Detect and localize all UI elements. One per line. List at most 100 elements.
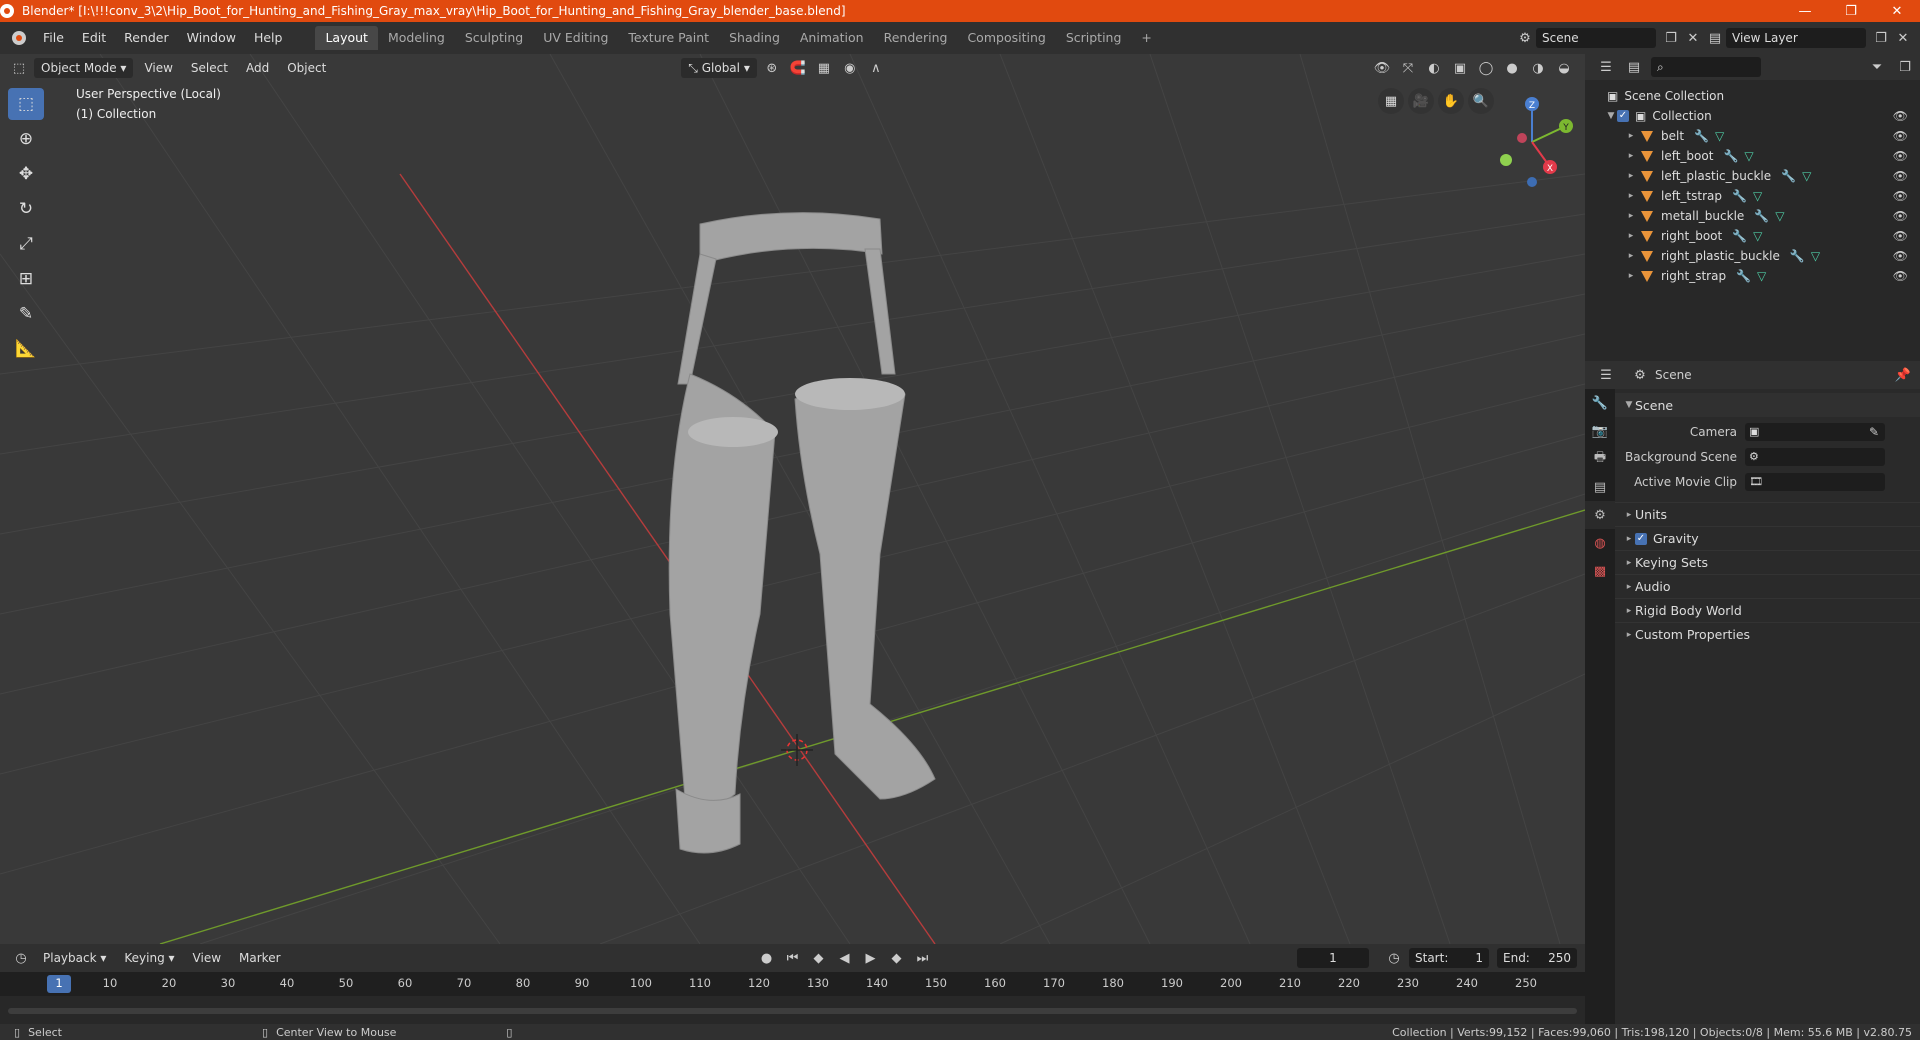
delete-view-layer-icon[interactable]: ✕ [1892,28,1914,48]
pan-hand-icon[interactable]: ✋ [1438,88,1464,114]
menu-window[interactable]: Window [178,27,245,49]
prev-keyframe-icon[interactable]: ◆ [808,948,830,968]
outliner-item-metall-buckle[interactable]: ▸ metall_buckle 🔧 ▽ 👁 [1585,206,1920,226]
close-button[interactable]: ✕ [1874,0,1920,22]
jump-end-icon[interactable]: ⏭ [912,948,934,968]
expand-icon[interactable]: ▸ [1625,251,1637,261]
expand-icon[interactable]: ▼ [1605,111,1617,121]
view-layer-tab-icon[interactable]: ▤ [1585,473,1615,501]
tab-modeling[interactable]: Modeling [378,26,455,50]
outliner-item-left-boot[interactable]: ▸ left_boot 🔧 ▽ 👁 [1585,146,1920,166]
menu-edit[interactable]: Edit [73,27,115,49]
camera-field[interactable]: ▣ [1745,422,1885,441]
tab-scripting[interactable]: Scripting [1056,26,1132,50]
expand-icon[interactable]: ▸ [1625,231,1637,241]
new-collection-icon[interactable]: ❐ [1894,57,1916,77]
units-panel[interactable]: ▸ Units [1615,502,1920,526]
custom-properties-panel[interactable]: ▸ Custom Properties [1615,622,1920,646]
render-tab-icon[interactable]: 📷 [1585,417,1615,445]
gizmo-neg-y[interactable] [1500,154,1512,166]
scene-tab-icon[interactable]: ⚙ [1585,501,1615,529]
new-scene-icon[interactable]: ❐ [1660,28,1682,48]
proportional-edit-icon[interactable]: ◉ [839,58,861,78]
movie-clip-field[interactable]: 🎞 [1745,472,1885,491]
navigation-gizmo[interactable]: Z Y X [1480,82,1580,192]
timeline-menu-keying[interactable]: Keying ▾ [117,948,181,968]
timeline-editor-icon[interactable]: ◷ [10,948,32,968]
tab-compositing[interactable]: Compositing [957,26,1055,50]
transform-orientation-dropdown[interactable]: ⤡ Global ▾ [681,58,757,78]
editor-type-icon[interactable]: ⬚ [8,58,30,78]
gizmo-neg-x[interactable] [1517,133,1527,143]
collection-checkbox[interactable]: ✓ [1617,110,1629,122]
gravity-panel[interactable]: ▸ ✓ Gravity [1615,526,1920,550]
timeline-menu-playback[interactable]: Playback ▾ [36,948,113,968]
outliner-collection[interactable]: ▼ ✓ ▣ Collection 👁 [1585,106,1920,126]
minimize-button[interactable]: — [1782,0,1828,22]
tab-texture-paint[interactable]: Texture Paint [618,26,719,50]
outliner-item-right-strap[interactable]: ▸ right_strap 🔧 ▽ 👁 [1585,266,1920,286]
expand-icon[interactable]: ▸ [1625,151,1637,161]
expand-icon[interactable]: ▸ [1625,171,1637,181]
eyedropper-icon[interactable]: ✎ [1869,425,1879,439]
gizmo-neg-z[interactable] [1527,177,1537,187]
eye-icon[interactable]: 👁 [1893,109,1908,123]
eye-icon[interactable]: 👁 [1893,209,1908,223]
transform-tool[interactable]: ⊞ [8,263,44,295]
3d-viewport[interactable]: ⬚ Object Mode ▾ View Select Add Object ⤡… [0,54,1585,944]
texture-tab-icon[interactable]: ▩ [1585,557,1615,585]
visibility-icon[interactable]: 👁 [1371,58,1393,78]
display-mode-icon[interactable]: ▤ [1623,57,1645,77]
tab-animation[interactable]: Animation [790,26,874,50]
snap-target-icon[interactable]: ▦ [813,58,835,78]
ortho-toggle-icon[interactable]: ▦ [1378,88,1404,114]
rotate-tool[interactable]: ↻ [8,193,44,225]
add-workspace-button[interactable]: + [1131,26,1161,50]
view-layer-selector[interactable]: View Layer [1726,28,1866,48]
material-shading-icon[interactable]: ◑ [1527,58,1549,78]
maximize-button[interactable]: ❐ [1828,0,1874,22]
pin-icon[interactable]: 📌 [1892,365,1914,385]
expand-icon[interactable]: ▸ [1625,131,1637,141]
expand-icon[interactable]: ▸ [1625,191,1637,201]
cursor-tool[interactable]: ⊕ [8,123,44,155]
outliner-editor-icon[interactable]: ☰ [1595,57,1617,77]
rendered-shading-icon[interactable]: ◒ [1553,58,1575,78]
measure-tool[interactable]: 📐 [8,333,44,365]
gravity-checkbox[interactable]: ✓ [1635,532,1647,545]
timeline-ruler[interactable]: 1 10 20 30 40 50 60 70 80 90 100 110 120… [0,972,1585,996]
eye-icon[interactable]: 👁 [1893,189,1908,203]
outliner-item-belt[interactable]: ▸ belt 🔧 ▽ 👁 [1585,126,1920,146]
xray-icon[interactable]: ▣ [1449,58,1471,78]
expand-icon[interactable]: ▸ [1625,211,1637,221]
overlays-icon[interactable]: ◐ [1423,58,1445,78]
object-mode-dropdown[interactable]: Object Mode ▾ [34,58,134,78]
play-icon[interactable]: ▶ [860,948,882,968]
end-frame-field[interactable]: End: 250 [1497,948,1577,968]
tab-layout[interactable]: Layout [315,26,378,50]
gizmo-toggle-icon[interactable]: ⤧ [1397,58,1419,78]
rigid-body-world-panel[interactable]: ▸ Rigid Body World [1615,598,1920,622]
new-view-layer-icon[interactable]: ❐ [1870,28,1892,48]
audio-panel[interactable]: ▸ Audio [1615,574,1920,598]
outliner-item-right-plastic-buckle[interactable]: ▸ right_plastic_buckle 🔧 ▽ 👁 [1585,246,1920,266]
menu-help[interactable]: Help [245,27,292,49]
tab-shading[interactable]: Shading [719,26,790,50]
timeline-menu-marker[interactable]: Marker [232,948,287,968]
snap-icon[interactable]: 🧲 [787,58,809,78]
scene-panel-header[interactable]: ▼ Scene [1615,393,1920,417]
delete-scene-icon[interactable]: ✕ [1682,28,1704,48]
outliner-item-right-boot[interactable]: ▸ right_boot 🔧 ▽ 👁 [1585,226,1920,246]
preview-range-icon[interactable]: ◷ [1383,948,1405,968]
annotate-tool[interactable]: ✎ [8,298,44,330]
timeline-keyframe-area[interactable] [0,996,1585,1018]
eye-icon[interactable]: 👁 [1893,129,1908,143]
timeline-scrollbar[interactable] [8,1008,1577,1014]
timeline-menu-view[interactable]: View [186,948,228,968]
scale-tool[interactable]: ⤢ [8,228,44,260]
tab-sculpting[interactable]: Sculpting [455,26,533,50]
blender-menu-icon[interactable] [12,31,26,45]
start-frame-field[interactable]: Start: 1 [1409,948,1489,968]
tab-rendering[interactable]: Rendering [874,26,958,50]
outliner-search-input[interactable]: ⌕ [1651,57,1761,77]
